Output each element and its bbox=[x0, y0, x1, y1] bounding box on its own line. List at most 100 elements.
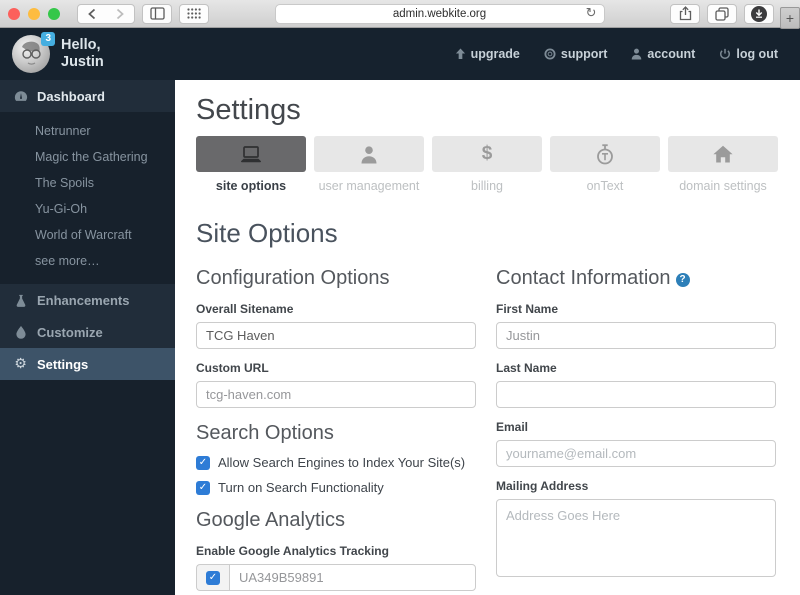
analytics-checkbox[interactable] bbox=[206, 570, 220, 585]
sidebar-dashboard-label: Dashboard bbox=[37, 88, 105, 104]
sidebar-icon bbox=[149, 7, 165, 20]
sidebar-item-see-more[interactable]: see more… bbox=[0, 248, 175, 274]
sidebar-item-dashboard[interactable]: Dashboard bbox=[0, 80, 175, 112]
sidebar-toggle-button[interactable] bbox=[142, 3, 172, 24]
refresh-icon[interactable]: ↻ bbox=[586, 6, 597, 21]
sidebar-submenu: Netrunner Magic the Gathering The Spoils… bbox=[0, 112, 175, 284]
user-icon bbox=[361, 145, 377, 163]
sidebar-item-enhancements[interactable]: Enhancements bbox=[0, 284, 175, 316]
back-button[interactable] bbox=[78, 5, 106, 23]
sidebar-item-magic-the-gathering[interactable]: Magic the Gathering bbox=[0, 144, 175, 170]
left-column: Configuration Options Overall Sitename C… bbox=[196, 253, 476, 591]
avatar-wrap[interactable]: 3 bbox=[12, 32, 55, 73]
sidebar-item-settings[interactable]: ⚙ Settings bbox=[0, 348, 175, 380]
tab-site-options[interactable]: site options bbox=[196, 136, 306, 193]
sidebar-item-yu-gi-oh[interactable]: Yu-Gi-Oh bbox=[0, 196, 175, 222]
sidebar-item-customize[interactable]: Customize bbox=[0, 316, 175, 348]
logout-label: log out bbox=[736, 47, 778, 61]
stopwatch-icon bbox=[597, 143, 613, 164]
chevron-left-icon bbox=[88, 8, 96, 19]
arrow-up-icon bbox=[455, 48, 466, 60]
laptop-icon bbox=[240, 145, 262, 162]
support-link[interactable]: support bbox=[544, 47, 608, 61]
address-bar[interactable]: admin.webkite.org ↻ bbox=[274, 3, 605, 24]
right-column: Contact Information? First Name Last Nam… bbox=[496, 253, 776, 591]
sitename-input[interactable] bbox=[196, 322, 476, 349]
life-ring-icon bbox=[544, 48, 556, 60]
mailing-address-textarea[interactable] bbox=[496, 499, 776, 577]
dollar-icon: $ bbox=[481, 143, 493, 164]
account-label: account bbox=[647, 47, 696, 61]
minimize-window-button[interactable] bbox=[28, 7, 40, 20]
download-icon bbox=[751, 5, 767, 22]
section-title: Site Options bbox=[196, 218, 338, 248]
search-functionality-checkbox-row: Turn on Search Functionality bbox=[196, 480, 476, 495]
chevron-right-icon bbox=[116, 8, 124, 19]
custom-url-input[interactable] bbox=[196, 381, 476, 408]
upgrade-label: upgrade bbox=[470, 47, 520, 61]
share-icon bbox=[679, 6, 691, 21]
first-name-field-group: First Name bbox=[496, 302, 776, 349]
tab-domain-settings[interactable]: domain settings bbox=[668, 136, 778, 193]
gauge-icon bbox=[13, 90, 28, 102]
sidebar-item-netrunner[interactable]: Netrunner bbox=[0, 118, 175, 144]
browser-chrome: admin.webkite.org ↻ + bbox=[0, 0, 800, 29]
email-input[interactable] bbox=[496, 440, 776, 467]
sidebar-item-world-of-warcraft[interactable]: World of Warcraft bbox=[0, 222, 175, 248]
app-header: 3 Hello, Justin upgrade support account bbox=[0, 28, 800, 80]
mailing-address-label: Mailing Address bbox=[496, 479, 589, 493]
tab-user-management[interactable]: user management bbox=[314, 136, 424, 193]
top-sites-button[interactable] bbox=[179, 3, 209, 24]
new-tab-button[interactable]: + bbox=[780, 7, 800, 29]
logout-link[interactable]: log out bbox=[719, 47, 778, 61]
settings-tabs: site options user management $ billing o… bbox=[196, 136, 778, 193]
upgrade-link[interactable]: upgrade bbox=[455, 47, 520, 61]
mailing-address-field-group: Mailing Address bbox=[496, 479, 776, 582]
tab-billing[interactable]: $ billing bbox=[432, 136, 542, 193]
custom-url-label: Custom URL bbox=[196, 361, 269, 375]
sidebar-filler bbox=[0, 380, 175, 595]
search-index-checkbox[interactable] bbox=[196, 455, 210, 470]
downloads-button[interactable] bbox=[744, 3, 774, 24]
last-name-field-group: Last Name bbox=[496, 361, 776, 408]
support-label: support bbox=[560, 47, 608, 61]
forward-button[interactable] bbox=[106, 5, 134, 23]
tab-overview-button[interactable] bbox=[707, 3, 737, 24]
google-analytics-heading: Google Analytics bbox=[196, 509, 345, 531]
header-links: upgrade support account log out bbox=[455, 47, 778, 61]
analytics-field-group: Enable Google Analytics Tracking bbox=[196, 544, 476, 591]
grid-icon bbox=[187, 8, 201, 19]
custom-url-field-group: Custom URL bbox=[196, 361, 476, 408]
search-index-checkbox-row: Allow Search Engines to Index Your Site(… bbox=[196, 455, 476, 470]
close-window-button[interactable] bbox=[8, 7, 20, 20]
user-icon bbox=[631, 48, 642, 60]
sidebar-customize-label: Customize bbox=[37, 324, 103, 340]
account-link[interactable]: account bbox=[631, 47, 695, 61]
tab-ontext[interactable]: onText bbox=[550, 136, 660, 193]
help-icon[interactable]: ? bbox=[675, 272, 690, 287]
last-name-input[interactable] bbox=[496, 381, 776, 408]
first-name-input[interactable] bbox=[496, 322, 776, 349]
sidebar-item-the-spoils[interactable]: The Spoils bbox=[0, 170, 175, 196]
main-content: Settings site options user management $ … bbox=[175, 80, 800, 595]
analytics-label: Enable Google Analytics Tracking bbox=[196, 544, 389, 558]
sidebar-settings-label: Settings bbox=[37, 356, 89, 372]
sidebar: Dashboard Netrunner Magic the Gathering … bbox=[0, 80, 175, 595]
email-field-group: Email bbox=[496, 420, 776, 467]
share-button[interactable] bbox=[670, 3, 700, 24]
configuration-options-heading: Configuration Options bbox=[196, 267, 390, 289]
last-name-label: Last Name bbox=[496, 361, 557, 375]
email-label: Email bbox=[496, 420, 529, 434]
notification-badge[interactable]: 3 bbox=[41, 32, 55, 46]
sidebar-enhancements-label: Enhancements bbox=[37, 292, 130, 308]
search-index-label: Allow Search Engines to Index Your Site(… bbox=[218, 455, 466, 470]
analytics-tracking-input[interactable] bbox=[229, 564, 476, 591]
sitename-field-group: Overall Sitename bbox=[196, 302, 476, 349]
search-functionality-checkbox[interactable] bbox=[196, 480, 210, 495]
address-bar-url: admin.webkite.org bbox=[392, 7, 487, 20]
greeting-line2: Justin bbox=[61, 54, 104, 70]
sitename-label: Overall Sitename bbox=[196, 302, 294, 316]
zoom-window-button[interactable] bbox=[48, 7, 60, 20]
home-icon bbox=[713, 145, 733, 163]
first-name-label: First Name bbox=[496, 302, 559, 316]
